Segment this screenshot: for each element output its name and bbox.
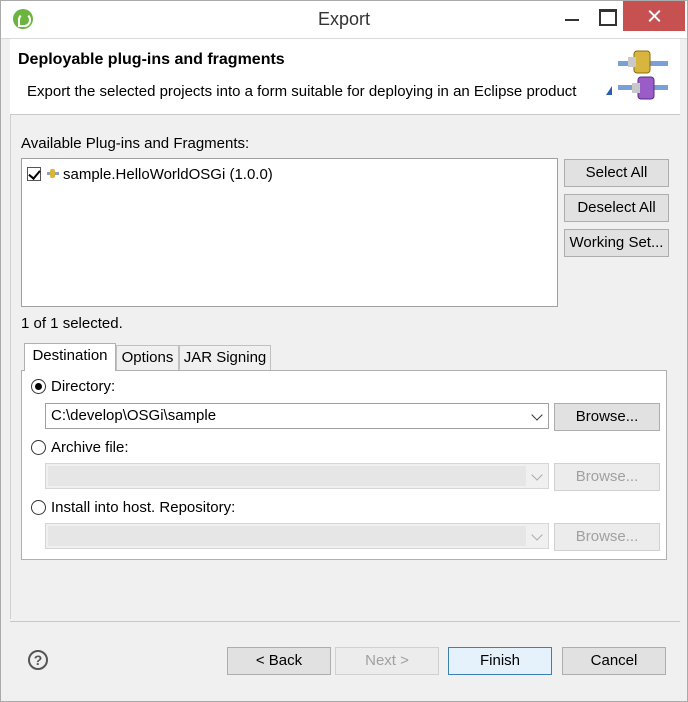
plugin-label: sample.HelloWorldOSGi (1.0.0)	[63, 165, 273, 183]
plugins-list[interactable]: sample.HelloWorldOSGi (1.0.0)	[21, 158, 558, 307]
install-radio[interactable]	[31, 500, 46, 515]
archive-label: Archive file:	[51, 439, 129, 456]
directory-label: Directory:	[51, 378, 116, 395]
cancel-button[interactable]: Cancel	[562, 647, 666, 675]
plugin-export-icon	[612, 43, 674, 109]
next-button[interactable]: Next >	[335, 647, 439, 675]
repository-field	[48, 526, 526, 546]
repository-combo[interactable]	[45, 523, 549, 549]
selection-status: 1 of 1 selected.	[21, 315, 123, 332]
finish-button[interactable]: Finish	[448, 647, 552, 675]
archive-combo[interactable]	[45, 463, 549, 489]
chevron-down-icon[interactable]	[531, 409, 543, 421]
select-all-button[interactable]: Select All	[564, 159, 669, 187]
archive-browse-button[interactable]: Browse...	[554, 463, 660, 491]
install-label: Install into host. Repository:	[51, 499, 236, 516]
install-option[interactable]: Install into host. Repository:	[31, 499, 235, 516]
back-button[interactable]: < Back	[227, 647, 331, 675]
archive-radio[interactable]	[31, 440, 46, 455]
tab-jar-signing[interactable]: JAR Signing	[179, 345, 271, 371]
list-item[interactable]: sample.HelloWorldOSGi (1.0.0)	[27, 164, 273, 184]
wizard-description: Export the selected projects into a form…	[27, 83, 577, 100]
directory-combo[interactable]: C:\develop\OSGi\sample	[45, 403, 549, 429]
export-dialog: Export Deployable plug-ins and fragments…	[0, 0, 688, 702]
minimize-button[interactable]	[557, 1, 589, 31]
close-button[interactable]	[623, 1, 685, 31]
wizard-header: Deployable plug-ins and fragments Export…	[10, 39, 680, 115]
footer-separator	[10, 621, 680, 622]
directory-value: C:\develop\OSGi\sample	[51, 407, 217, 424]
directory-browse-button[interactable]: Browse...	[554, 403, 660, 431]
chevron-down-icon[interactable]	[531, 529, 543, 541]
help-icon[interactable]: ?	[28, 650, 48, 670]
title-bar: Export	[1, 1, 687, 39]
plugin-icon	[45, 167, 61, 181]
tab-options[interactable]: Options	[116, 345, 179, 371]
tab-destination[interactable]: Destination	[24, 343, 116, 371]
directory-radio[interactable]	[31, 379, 46, 394]
archive-option[interactable]: Archive file:	[31, 439, 129, 456]
plugins-list-label: Available Plug-ins and Fragments:	[21, 135, 250, 152]
plugin-checkbox[interactable]	[27, 167, 41, 181]
wizard-title: Deployable plug-ins and fragments	[18, 51, 285, 68]
maximize-button[interactable]	[591, 1, 623, 31]
chevron-down-icon[interactable]	[531, 469, 543, 481]
working-set-button[interactable]: Working Set...	[564, 229, 669, 257]
repository-browse-button[interactable]: Browse...	[554, 523, 660, 551]
deselect-all-button[interactable]: Deselect All	[564, 194, 669, 222]
left-border	[10, 115, 11, 619]
archive-field	[48, 466, 526, 486]
directory-option[interactable]: Directory:	[31, 378, 115, 395]
